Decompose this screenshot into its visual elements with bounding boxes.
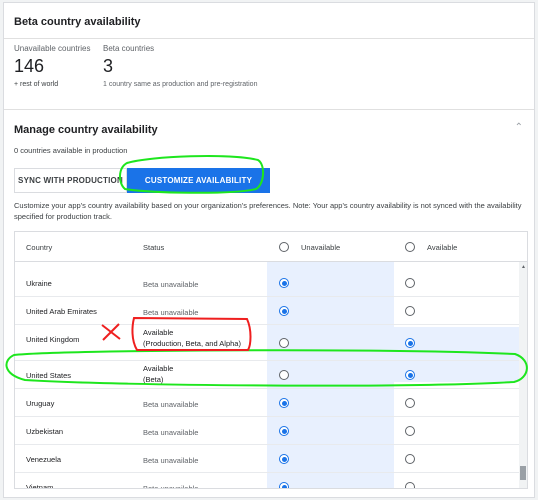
unavailable-radio[interactable] — [279, 426, 289, 436]
header-unavailable: Unavailable — [301, 243, 341, 252]
country-status-primary: Beta unavailable — [143, 400, 199, 409]
country-status: Beta unavailable — [143, 307, 198, 318]
table-row: United Arab Emirates Beta unavailable — [15, 297, 520, 325]
beta-countries-sub: 1 country same as production and pre-reg… — [103, 81, 258, 88]
country-name: Uruguay — [26, 399, 55, 408]
header-available: Available — [427, 243, 458, 252]
manage-availability-title: Manage country availability — [14, 124, 158, 136]
country-name: Uzbekistan — [26, 427, 64, 436]
country-status: Available (Beta) — [143, 363, 173, 385]
unavailable-radio[interactable] — [279, 370, 289, 380]
country-status-primary: Beta unavailable — [143, 280, 199, 289]
country-status-primary: Beta unavailable — [143, 428, 199, 437]
country-name: Vietnam — [26, 483, 54, 489]
country-status: Available (Production, Beta, and Alpha) — [143, 327, 241, 349]
header-status: Status — [143, 243, 165, 252]
country-status-primary: Beta unavailable — [143, 456, 199, 465]
country-name: United Kingdom — [26, 335, 80, 344]
unavailable-radio[interactable] — [279, 306, 289, 316]
available-radio[interactable] — [405, 278, 415, 288]
unavailable-radio[interactable] — [279, 398, 289, 408]
country-status-detail: (Production, Beta, and Alpha) — [143, 339, 241, 348]
country-status: Beta unavailable — [143, 455, 198, 466]
country-name: Venezuela — [26, 455, 62, 464]
production-count: 0 countries available in production — [14, 146, 128, 155]
select-all-available-radio[interactable] — [405, 242, 415, 252]
table-row: Vietnam Beta unavailable — [15, 473, 520, 489]
country-status-primary: Beta unavailable — [143, 308, 199, 317]
country-status-primary: Available — [143, 364, 174, 373]
country-table: Country Status Unavailable Available Ukr… — [14, 231, 528, 489]
country-status: Beta unavailable — [143, 399, 198, 410]
available-radio[interactable] — [405, 306, 415, 316]
country-status: Beta unavailable — [143, 483, 199, 489]
select-all-unavailable-radio[interactable] — [279, 242, 289, 252]
available-radio[interactable] — [405, 338, 415, 348]
country-name: United States — [26, 371, 72, 380]
table-row: Uruguay Beta unavailable — [15, 389, 520, 417]
unavailable-countries-value: 146 — [14, 56, 45, 76]
available-radio[interactable] — [405, 426, 415, 436]
table-scrollbar[interactable] — [519, 262, 527, 488]
table-scrollbar-thumb[interactable] — [520, 466, 526, 480]
beta-availability-title: Beta country availability — [14, 16, 141, 28]
table-row: Venezuela Beta unavailable — [15, 445, 520, 473]
table-row: Ukraine Beta unavailable — [15, 269, 520, 297]
title-divider — [4, 38, 534, 39]
beta-countries-value: 3 — [103, 56, 114, 76]
country-status-primary: Beta unavailable — [143, 484, 199, 489]
unavailable-countries-sub: + rest of world — [14, 81, 59, 88]
table-header: Country Status Unavailable Available — [15, 232, 527, 262]
table-row: United States Available (Beta) — [15, 361, 520, 389]
sync-with-production-button[interactable]: SYNC WITH PRODUCTION — [14, 168, 127, 193]
unavailable-radio[interactable] — [279, 482, 289, 488]
available-radio[interactable] — [405, 370, 415, 380]
country-name: United Arab Emirates — [26, 307, 97, 316]
section-divider — [4, 109, 534, 110]
customize-availability-button[interactable]: CUSTOMIZE AVAILABILITY — [127, 168, 270, 193]
country-status: Beta unavailable — [143, 427, 198, 438]
available-radio[interactable] — [405, 454, 415, 464]
available-radio[interactable] — [405, 482, 415, 488]
country-status: Beta unavailable — [143, 279, 198, 290]
unavailable-radio[interactable] — [279, 278, 289, 288]
unavailable-radio[interactable] — [279, 338, 289, 348]
country-status-primary: Available — [143, 328, 174, 337]
country-availability-card: Beta country availability Unavailable co… — [3, 2, 535, 498]
country-status-detail: (Beta) — [143, 375, 164, 384]
table-row: Uzbekistan Beta unavailable — [15, 417, 520, 445]
available-radio[interactable] — [405, 398, 415, 408]
country-name: Ukraine — [26, 279, 52, 288]
table-row: United Kingdom Available (Production, Beta… — [15, 325, 520, 361]
customize-description: Customize your app's country availabilit… — [14, 201, 522, 221]
header-country: Country — [26, 243, 53, 252]
unavailable-countries-label: Unavailable countries — [14, 44, 91, 53]
beta-countries-label: Beta countries — [103, 44, 155, 53]
unavailable-radio[interactable] — [279, 454, 289, 464]
scroll-up-icon[interactable]: ▲ — [521, 264, 526, 270]
chevron-up-icon[interactable]: ⌃ — [515, 122, 523, 133]
